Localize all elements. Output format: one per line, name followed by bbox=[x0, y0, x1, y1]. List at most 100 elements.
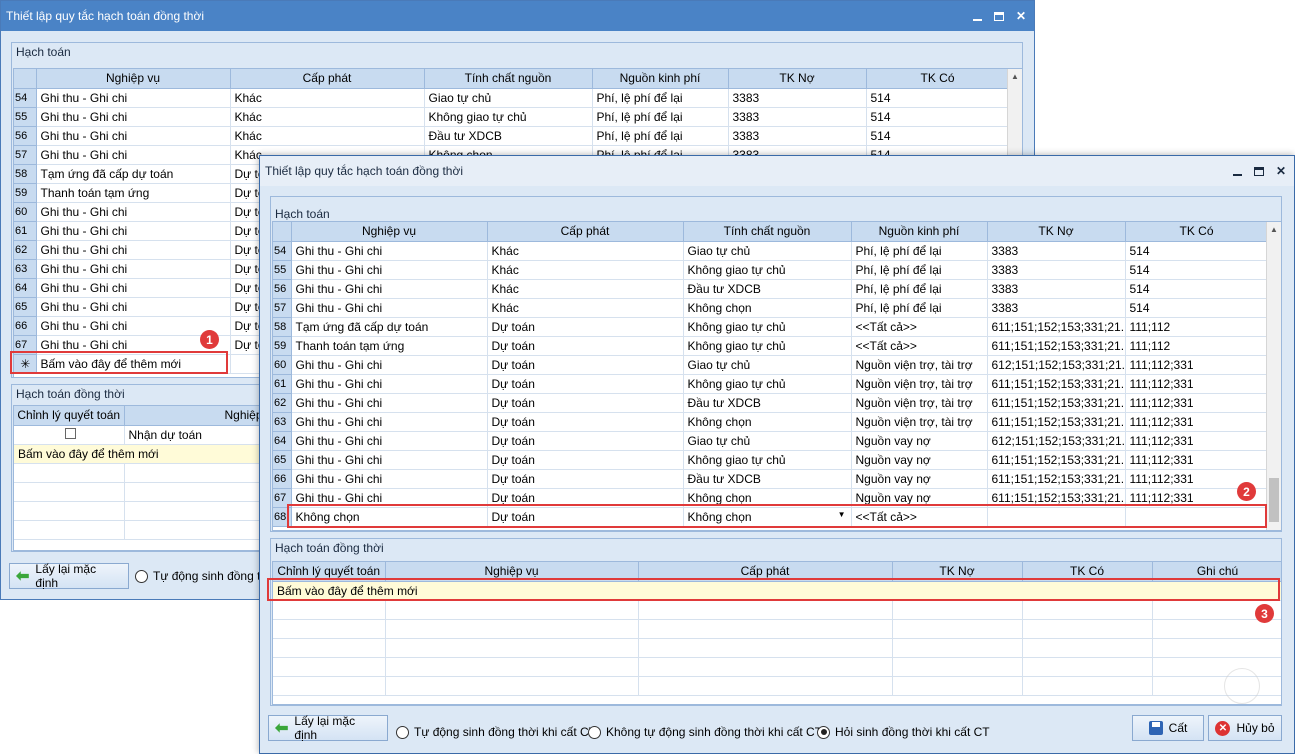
cap-phat-cell[interactable]: Dự toán bbox=[487, 336, 684, 356]
tk-co-cell[interactable]: 111;112 bbox=[1125, 317, 1269, 337]
tk-co-cell[interactable]: 111;112;331 bbox=[1125, 355, 1269, 375]
tk-co-cell[interactable]: 111;112;331 bbox=[1125, 431, 1269, 451]
tk-co-cell[interactable]: 111;112;331 bbox=[1125, 393, 1269, 413]
col-header[interactable]: TK Có bbox=[1125, 222, 1269, 242]
nguon-kinh-phi-cell[interactable]: Phí, lệ phí để lại bbox=[851, 298, 988, 318]
nghiep-vu-cell[interactable]: Ghi thu - Ghi chi bbox=[291, 355, 488, 375]
nguon-kinh-phi-cell[interactable]: <<Tất cả>> bbox=[851, 317, 988, 337]
radio-circle[interactable] bbox=[588, 725, 601, 739]
table-row[interactable]: 61 Ghi thu - Ghi chi Dự toán Không giao tự … bbox=[273, 374, 1269, 394]
tk-co-cell[interactable]: 111;112 bbox=[1125, 336, 1269, 356]
nghiep-vu-cell[interactable]: Ghi thu - Ghi chi bbox=[36, 259, 231, 279]
table-row[interactable]: 63 Ghi thu - Ghi chi Dự toán Không chọn Nguồ… bbox=[273, 412, 1269, 432]
nghiep-vu-cell[interactable]: Ghi thu - Ghi chi bbox=[291, 469, 488, 489]
tinh-chat-nguon-cell[interactable]: Giao tự chủ bbox=[683, 241, 852, 261]
table-row[interactable]: 64 Ghi thu - Ghi chi Dự toán Giao tự chủ Ngu… bbox=[273, 431, 1269, 451]
nghiep-vu-cell[interactable]: Ghi thu - Ghi chi bbox=[36, 278, 231, 298]
back-radio-auto[interactable]: Tự động sinh đồng thời bbox=[135, 569, 278, 583]
close-icon[interactable]: ✕ bbox=[1012, 7, 1030, 25]
col-header[interactable]: Cấp phát bbox=[230, 69, 425, 89]
radio-circle-selected[interactable] bbox=[817, 725, 830, 739]
tinh-chat-nguon-cell[interactable]: Không giao tự chủ bbox=[683, 450, 852, 470]
cap-phat-cell[interactable]: Khác bbox=[230, 88, 425, 108]
tk-no-cell[interactable]: 3383 bbox=[987, 298, 1126, 318]
scroll-up-icon[interactable]: ▲ bbox=[1267, 222, 1281, 237]
nguon-kinh-phi-cell[interactable]: Phí, lệ phí để lại bbox=[851, 279, 988, 299]
tinh-chat-nguon-cell[interactable]: Giao tự chủ bbox=[683, 355, 852, 375]
tk-no-cell[interactable]: 611;151;152;153;331;21... bbox=[987, 469, 1126, 489]
maximize-icon[interactable] bbox=[990, 7, 1008, 25]
nghiep-vu-cell[interactable]: Thanh toán tạm ứng bbox=[36, 183, 231, 203]
col-header[interactable]: Nguồn kinh phí bbox=[592, 69, 729, 89]
tk-co-cell[interactable]: 514 bbox=[866, 88, 1010, 108]
tk-no-cell[interactable]: 3383 bbox=[987, 279, 1126, 299]
tk-no-cell[interactable]: 3383 bbox=[728, 126, 867, 146]
tk-co-cell[interactable]: 514 bbox=[866, 126, 1010, 146]
col-header[interactable]: Chỉnh lý quyết toán bbox=[14, 406, 125, 426]
table-row[interactable]: 54 Ghi thu - Ghi chi Khác Giao tự chủ Phí, l… bbox=[273, 241, 1269, 261]
nghiep-vu-cell[interactable]: Ghi thu - Ghi chi bbox=[291, 260, 488, 280]
nghiep-vu-cell[interactable]: Ghi thu - Ghi chi bbox=[291, 412, 488, 432]
tk-no-cell[interactable]: 3383 bbox=[728, 88, 867, 108]
tk-co-cell[interactable]: 514 bbox=[866, 107, 1010, 127]
tinh-chat-nguon-cell[interactable]: Đầu tư XDCB bbox=[424, 126, 593, 146]
tk-no-cell[interactable]: 611;151;152;153;331;21... bbox=[987, 317, 1126, 337]
tk-co-cell[interactable]: 111;112;331 bbox=[1125, 412, 1269, 432]
tk-no-cell[interactable]: 3383 bbox=[728, 107, 867, 127]
cap-phat-cell[interactable]: Dự toán bbox=[487, 374, 684, 394]
maximize-icon[interactable] bbox=[1250, 162, 1268, 180]
cancel-button[interactable]: ✕ Hủy bỏ bbox=[1208, 715, 1282, 741]
checkbox[interactable] bbox=[65, 427, 77, 439]
back-reset-button[interactable]: ⬅ Lấy lại mặc định bbox=[9, 562, 129, 590]
close-icon[interactable]: ✕ bbox=[1272, 162, 1290, 180]
save-button[interactable]: Cất bbox=[1132, 715, 1204, 741]
cap-phat-cell[interactable]: Dự toán bbox=[487, 450, 684, 470]
cap-phat-cell[interactable]: Dự toán bbox=[487, 412, 684, 432]
nghiep-vu-cell[interactable]: Ghi thu - Ghi chi bbox=[36, 88, 231, 108]
scroll-up-icon[interactable]: ▲ bbox=[1008, 69, 1022, 84]
nghiep-vu-cell[interactable]: Tạm ứng đã cấp dự toán bbox=[291, 317, 488, 337]
col-header[interactable]: Tính chất nguồn bbox=[424, 69, 593, 89]
cap-phat-cell[interactable]: Khác bbox=[487, 279, 684, 299]
nguon-kinh-phi-cell[interactable]: Nguồn viện trợ, tài trợ bbox=[851, 412, 988, 432]
cap-phat-cell[interactable]: Dự toán bbox=[487, 393, 684, 413]
minimize-icon[interactable] bbox=[968, 7, 986, 25]
cap-phat-cell[interactable]: Khác bbox=[487, 241, 684, 261]
nghiep-vu-cell[interactable]: Tạm ứng đã cấp dự toán bbox=[36, 164, 231, 184]
tinh-chat-nguon-cell[interactable]: Không giao tự chủ bbox=[683, 374, 852, 394]
nghiep-vu-cell[interactable]: Ghi thu - Ghi chi bbox=[291, 298, 488, 318]
nguon-kinh-phi-cell[interactable]: Nguồn viện trợ, tài trợ bbox=[851, 393, 988, 413]
nghiep-vu-cell[interactable]: Ghi thu - Ghi chi bbox=[36, 126, 231, 146]
table-row[interactable]: 56 Ghi thu - Ghi chi Khác Đầu tư XDCB Phí, l… bbox=[14, 126, 1010, 146]
nguon-kinh-phi-cell[interactable]: <<Tất cả>> bbox=[851, 336, 988, 356]
table-row[interactable]: 56 Ghi thu - Ghi chi Khác Đầu tư XDCB Phí, l… bbox=[273, 279, 1269, 299]
nguon-kinh-phi-cell[interactable]: Phí, lệ phí để lại bbox=[851, 241, 988, 261]
tinh-chat-nguon-cell[interactable]: Đầu tư XDCB bbox=[683, 279, 852, 299]
tk-no-cell[interactable]: 611;151;152;153;331;21... bbox=[987, 412, 1126, 432]
tinh-chat-nguon-cell[interactable]: Không giao tự chủ bbox=[683, 317, 852, 337]
nguon-kinh-phi-cell[interactable]: Phí, lệ phí để lại bbox=[592, 107, 729, 127]
nghiep-vu-cell[interactable]: Ghi thu - Ghi chi bbox=[36, 240, 231, 260]
col-header[interactable]: Nghiệp vụ bbox=[36, 69, 231, 89]
nghiep-vu-cell[interactable]: Ghi thu - Ghi chi bbox=[291, 241, 488, 261]
nguon-kinh-phi-cell[interactable]: Phí, lệ phí để lại bbox=[592, 126, 729, 146]
tk-no-cell[interactable]: 611;151;152;153;331;21... bbox=[987, 374, 1126, 394]
nghiep-vu-cell[interactable]: Ghi thu - Ghi chi bbox=[36, 316, 231, 336]
col-header[interactable]: TK Nợ bbox=[728, 69, 867, 89]
nghiep-vu-cell[interactable]: Ghi thu - Ghi chi bbox=[36, 107, 231, 127]
nguon-kinh-phi-cell[interactable]: Phí, lệ phí để lại bbox=[592, 88, 729, 108]
table-row[interactable]: 59 Thanh toán tạm ứng Dự toán Không giao tự… bbox=[273, 336, 1269, 356]
cap-phat-cell[interactable]: Dự toán bbox=[487, 317, 684, 337]
cap-phat-cell[interactable]: Khác bbox=[230, 126, 425, 146]
table-row[interactable]: 66 Ghi thu - Ghi chi Dự toán Đầu tư XDCB Ngu… bbox=[273, 469, 1269, 489]
tk-no-cell[interactable]: 612;151;152;153;331;21... bbox=[987, 431, 1126, 451]
nguon-kinh-phi-cell[interactable]: Nguồn viện trợ, tài trợ bbox=[851, 374, 988, 394]
col-header[interactable]: TK Nợ bbox=[987, 222, 1126, 242]
nghiep-vu-cell[interactable]: Ghi thu - Ghi chi bbox=[36, 202, 231, 222]
nghiep-vu-cell[interactable]: Ghi thu - Ghi chi bbox=[36, 145, 231, 165]
nghiep-vu-cell[interactable]: Ghi thu - Ghi chi bbox=[291, 393, 488, 413]
radio-no-auto-generate[interactable]: Không tự động sinh đồng thời khi cất CT bbox=[588, 725, 822, 739]
cap-phat-cell[interactable]: Dự toán bbox=[487, 355, 684, 375]
tk-co-cell[interactable]: 111;112;331 bbox=[1125, 450, 1269, 470]
tk-co-cell[interactable]: 514 bbox=[1125, 241, 1269, 261]
